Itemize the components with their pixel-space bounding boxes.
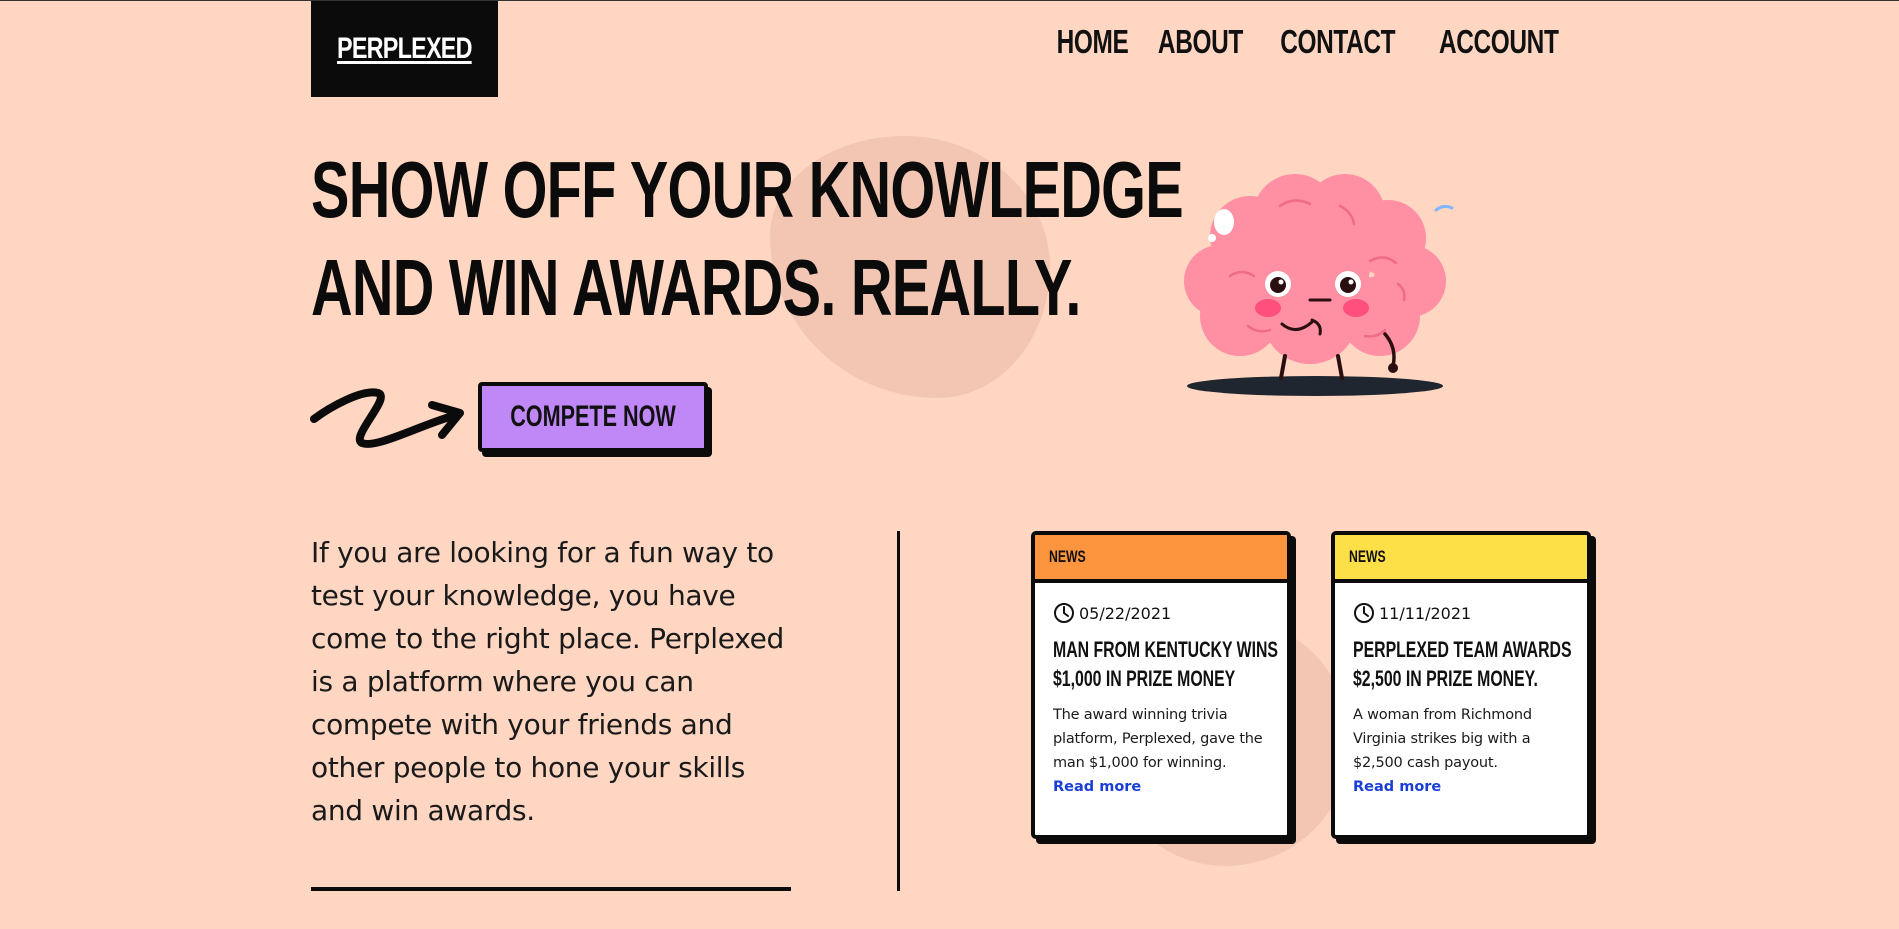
squiggle-arrow-icon — [310, 388, 464, 448]
hero-headline-line1: SHOW OFF YOUR KNOWLEDGE — [311, 145, 1184, 234]
news-tag: NEWS — [1049, 547, 1086, 566]
news-date: 11/11/2021 — [1353, 601, 1569, 625]
news-date: 05/22/2021 — [1053, 601, 1269, 625]
hero-headline: SHOW OFF YOUR KNOWLEDGE AND WIN AWARDS. R… — [311, 141, 1184, 337]
read-more-link[interactable]: Read more — [1353, 779, 1441, 795]
news-card-body: 05/22/2021 MAN FROM KENTUCKY WINS $1,000… — [1035, 583, 1287, 799]
news-title-line1: PERPLEXED TEAM AWARDS — [1353, 637, 1572, 662]
news-card-header: NEWS — [1335, 535, 1587, 583]
brain-mascot-icon — [1184, 174, 1454, 396]
news-excerpt: The award winning trivia platform, Perpl… — [1053, 707, 1263, 771]
news-card[interactable]: NEWS 11/11/2021 PERPLEXED TEAM AWARDS $2… — [1331, 531, 1591, 839]
news-title: MAN FROM KENTUCKY WINS $1,000 IN PRIZE M… — [1053, 635, 1283, 693]
news-title-line2: $2,500 IN PRIZE MONEY. — [1353, 666, 1538, 691]
news-title-line2: $1,000 IN PRIZE MONEY — [1053, 666, 1236, 691]
news-title: PERPLEXED TEAM AWARDS $2,500 IN PRIZE MO… — [1353, 635, 1583, 693]
news-date-text: 11/11/2021 — [1379, 603, 1472, 623]
logo-link[interactable]: PERPLEXED — [337, 32, 472, 66]
news-card-header: NEWS — [1035, 535, 1287, 583]
compete-now-label: COMPETE NOW — [510, 400, 676, 433]
nav-account[interactable]: ACCOUNT — [1439, 23, 1559, 61]
intro-divider — [311, 887, 791, 891]
clock-icon — [1354, 603, 1374, 623]
vertical-divider — [897, 531, 900, 891]
news-excerpt: A woman from Richmond Virginia strikes b… — [1353, 707, 1532, 771]
intro-paragraph: If you are looking for a fun way to test… — [311, 536, 785, 827]
clock-icon — [1054, 603, 1074, 623]
hero-headline-line2: AND WIN AWARDS. REALLY. — [311, 243, 1081, 332]
read-more-link[interactable]: Read more — [1053, 779, 1141, 795]
compete-now-button[interactable]: COMPETE NOW — [478, 382, 708, 452]
main-nav: HOME ABOUT CONTACT ACCOUNT — [1057, 23, 1565, 61]
logo[interactable]: PERPLEXED — [311, 1, 498, 97]
news-card-body: 11/11/2021 PERPLEXED TEAM AWARDS $2,500 … — [1335, 583, 1587, 799]
nav-about[interactable]: ABOUT — [1158, 23, 1243, 61]
news-date-text: 05/22/2021 — [1079, 603, 1172, 623]
news-tag: NEWS — [1349, 547, 1386, 566]
nav-home[interactable]: HOME — [1057, 23, 1129, 61]
news-title-line1: MAN FROM KENTUCKY WINS — [1053, 637, 1278, 662]
nav-contact[interactable]: CONTACT — [1280, 23, 1395, 61]
news-card[interactable]: NEWS 05/22/2021 MAN FROM KENTUCKY WINS $… — [1031, 531, 1291, 839]
